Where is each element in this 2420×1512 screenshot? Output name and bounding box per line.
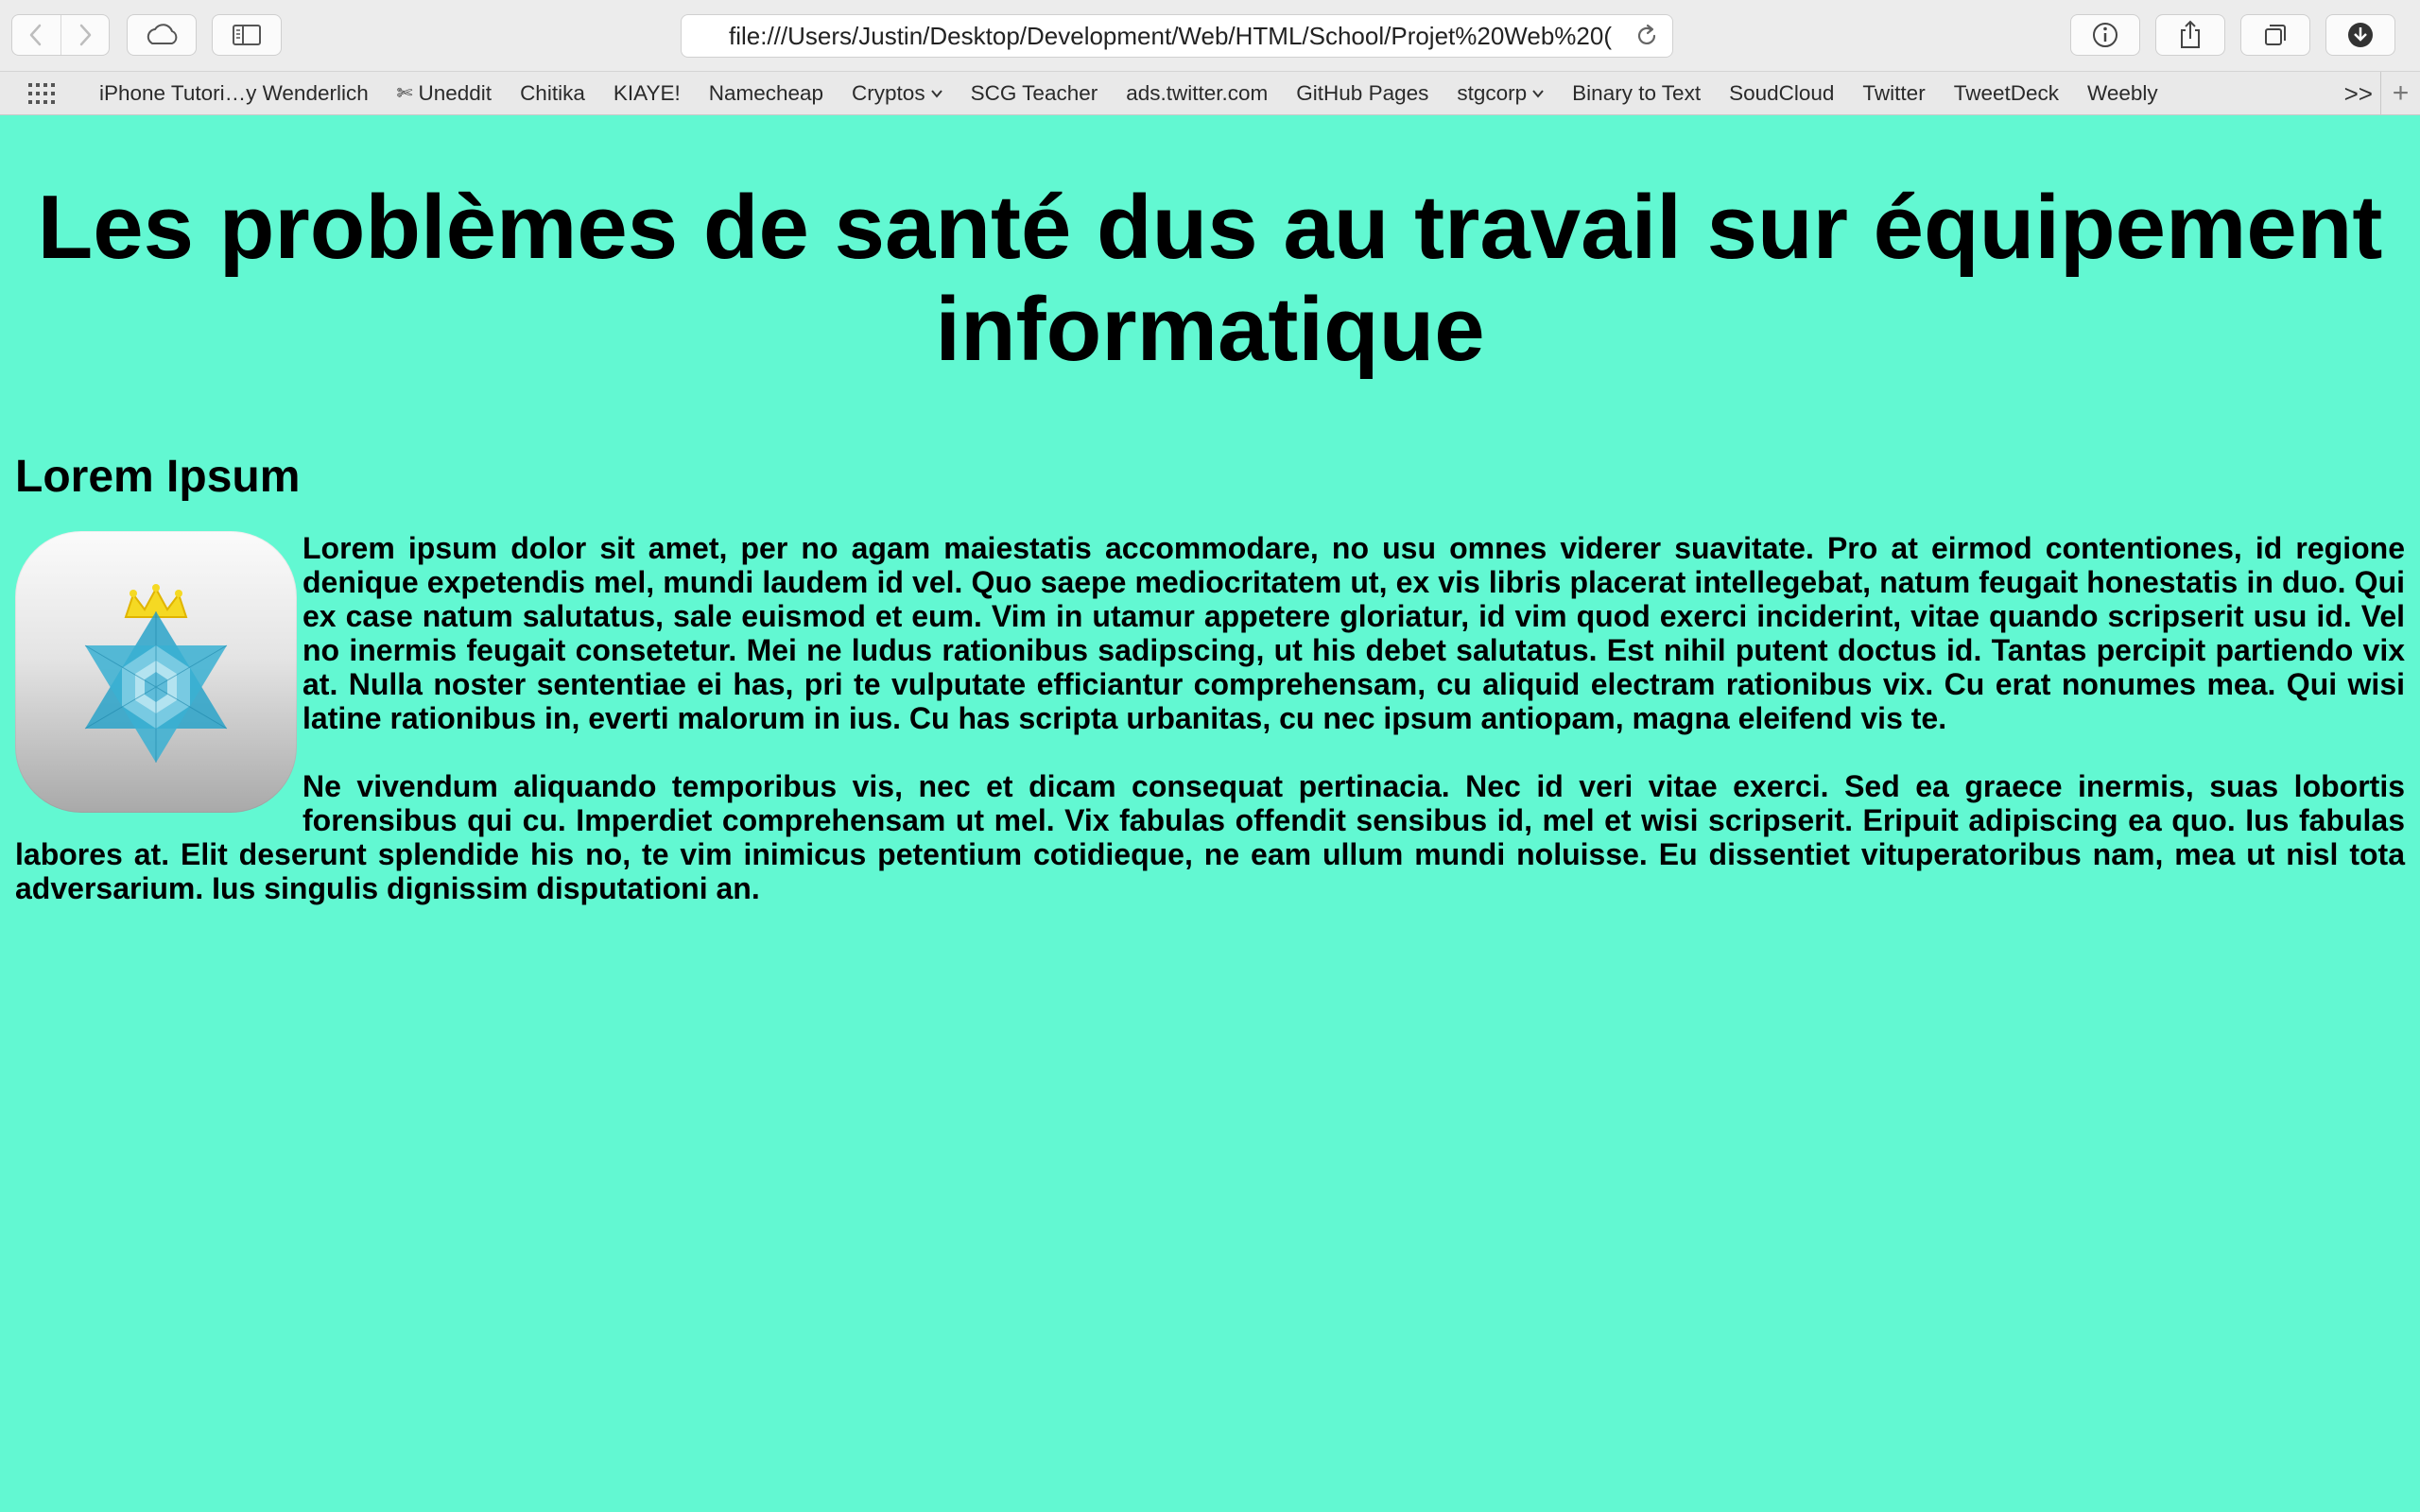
back-button[interactable] (12, 15, 60, 55)
icloud-tabs-button[interactable] (127, 14, 197, 56)
chevron-right-icon (79, 24, 92, 46)
top-sites-button[interactable] (0, 82, 85, 104)
bookmark-label: iPhone Tutori…y Wenderlich (99, 80, 369, 105)
bookmark-label: Binary to Text (1572, 80, 1702, 105)
bookmark-label: stgcorp (1457, 80, 1528, 105)
bookmark-label: Weebly (2086, 80, 2158, 105)
bookmark-item[interactable]: GitHub Pages (1282, 81, 1443, 106)
bookmark-item[interactable]: SCG Teacher (957, 81, 1113, 106)
bookmark-label: ads.twitter.com (1126, 80, 1269, 105)
bookmark-item[interactable]: iPhone Tutori…y Wenderlich (85, 81, 383, 106)
scissors-icon: ✄ (396, 83, 413, 104)
bookmark-item[interactable]: ✄ Uneddit (383, 81, 506, 106)
navigation-buttons (11, 14, 110, 56)
grid-icon (28, 82, 55, 104)
address-bar[interactable]: file:///Users/Justin/Desktop/Development… (681, 14, 1673, 58)
bookmark-item[interactable]: Binary to Text (1558, 81, 1715, 106)
share-icon (2181, 20, 2200, 48)
bookmark-item[interactable]: Cryptos (838, 81, 957, 106)
bookmark-label: Cryptos (852, 80, 925, 105)
bookmark-item[interactable]: stgcorp (1443, 81, 1558, 106)
bookmark-item[interactable]: SoudCloud (1715, 81, 1848, 106)
new-tab-button[interactable]: + (2380, 72, 2420, 114)
paragraph-1: Lorem ipsum dolor sit amet, per no agam … (302, 531, 2405, 735)
page-title: Les problèmes de santé dus au travail su… (37, 177, 2383, 380)
chevron-down-icon (930, 89, 942, 98)
bookmark-label: Twitter (1862, 80, 1926, 105)
bookmarks-overflow-button[interactable]: >> (2344, 79, 2373, 109)
downloads-button[interactable] (2325, 14, 2395, 56)
reader-info-button[interactable] (2070, 14, 2140, 56)
tabs-overview-button[interactable] (2240, 14, 2310, 56)
star-of-david-crown-icon (84, 584, 228, 763)
app-logo-image (15, 531, 297, 813)
bookmark-label: KIAYE! (613, 80, 681, 105)
bookmark-label: Uneddit (418, 80, 493, 105)
web-page: Les problèmes de santé dus au travail su… (0, 116, 2420, 1512)
sidebar-icon (233, 25, 261, 45)
reload-button[interactable] (1621, 24, 1672, 48)
bookmark-item[interactable]: ads.twitter.com (1112, 81, 1282, 106)
share-button[interactable] (2155, 14, 2225, 56)
bookmark-item[interactable]: TweetDeck (1940, 81, 2073, 106)
chevron-down-icon (1532, 89, 1544, 98)
bookmark-label: Namecheap (708, 80, 824, 105)
bookmarks-list: iPhone Tutori…y Wenderlich ✄ Uneddit Chitik… (85, 81, 2172, 106)
bookmark-label: SCG Teacher (970, 80, 1098, 105)
cloud-icon (147, 24, 178, 44)
browser-toolbar: file:///Users/Justin/Desktop/Development… (0, 0, 2420, 72)
bookmark-item[interactable]: Weebly (2073, 81, 2172, 106)
url-text[interactable]: file:///Users/Justin/Desktop/Development… (682, 22, 1621, 51)
bookmark-label: GitHub Pages (1296, 80, 1429, 105)
bookmark-label: SoudCloud (1729, 80, 1835, 105)
tabs-icon (2265, 25, 2286, 45)
download-icon (2348, 23, 2373, 47)
bookmark-item[interactable]: Chitika (506, 81, 599, 106)
sidebar-button[interactable] (212, 14, 282, 56)
bookmark-item[interactable]: Namecheap (695, 81, 838, 106)
info-icon (2093, 23, 2118, 47)
section-heading: Lorem Ipsum (15, 452, 301, 502)
bookmark-label: Chitika (520, 80, 585, 105)
bookmarks-bar: iPhone Tutori…y Wenderlich ✄ Uneddit Chitik… (0, 72, 2420, 115)
reload-icon (1637, 24, 1656, 44)
paragraph-2: Ne vivendum aliquando temporibus vis, ne… (15, 769, 2405, 905)
bookmark-item[interactable]: Twitter (1848, 81, 1939, 106)
bookmark-label: TweetDeck (1953, 80, 2059, 105)
chevron-left-icon (30, 24, 42, 46)
bookmark-item[interactable]: KIAYE! (599, 81, 695, 106)
forward-button[interactable] (60, 15, 109, 55)
